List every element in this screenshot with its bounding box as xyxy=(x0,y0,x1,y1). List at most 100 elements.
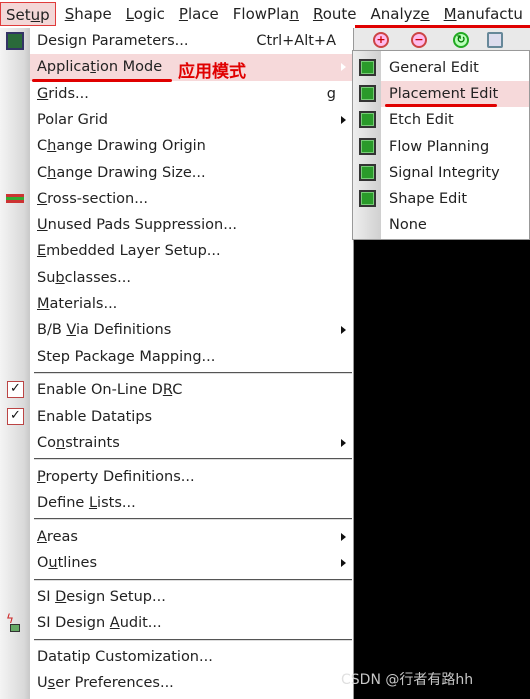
zoom-fit-icon[interactable] xyxy=(487,32,503,48)
signal-integrity-icon xyxy=(359,163,376,181)
menu-item-enable-datatips[interactable]: Enable Datatips xyxy=(30,404,352,430)
menu-icon-gutter xyxy=(0,28,30,699)
placement-edit-icon xyxy=(359,85,376,103)
annotation-underline xyxy=(32,79,172,82)
item-label: Subclasses... xyxy=(37,269,131,286)
menu-item-embedded-layer-setup[interactable]: Embedded Layer Setup... xyxy=(30,238,352,264)
shortcut: g xyxy=(326,85,336,102)
submenu-arrow-icon xyxy=(341,559,346,568)
item-label: User Preferences... xyxy=(37,675,174,692)
submenu-item-general-edit[interactable]: General Edit xyxy=(381,55,529,81)
item-label: FlowPlan xyxy=(232,5,299,23)
menu-item-subclasses[interactable]: Subclasses... xyxy=(30,265,352,291)
menu-item-b-b-via-definitions[interactable]: B/B Via Definitions xyxy=(30,317,352,343)
menu-item-cross-section[interactable]: Cross-section... xyxy=(30,186,352,212)
menu-item-areas[interactable]: Areas xyxy=(30,524,352,550)
menu-item-change-drawing-origin[interactable]: Change Drawing Origin xyxy=(30,133,352,159)
item-label: Areas xyxy=(37,528,78,545)
item-label: Step Package Mapping... xyxy=(37,348,216,365)
item-label: Setup xyxy=(6,6,50,24)
si-audit-icon: ϟ xyxy=(6,613,24,633)
menu-item-outlines[interactable]: Outlines xyxy=(30,550,352,576)
shape-edit-icon xyxy=(359,190,376,207)
menubar-logic[interactable]: Logic xyxy=(121,2,170,26)
menubar-shape[interactable]: Shape xyxy=(60,2,117,26)
cross-section-icon xyxy=(6,190,24,208)
zoom-in-icon[interactable]: + xyxy=(373,32,389,48)
general-edit-icon xyxy=(359,59,376,76)
menu-item-constraints[interactable]: Constraints xyxy=(30,430,352,456)
item-label: Manufactu xyxy=(443,5,523,23)
menu-separator xyxy=(34,578,352,581)
item-label: Polar Grid xyxy=(37,111,109,128)
menu-separator xyxy=(34,638,352,641)
annotation-underline xyxy=(385,104,497,107)
annotation-text: 应用模式 xyxy=(178,62,246,82)
item-label: Outlines xyxy=(37,555,98,572)
menu-item-polar-grid[interactable]: Polar Grid xyxy=(30,107,352,133)
menu-item-user-preferences[interactable]: User Preferences... xyxy=(30,670,352,696)
item-label: Cross-section... xyxy=(37,190,149,207)
item-label: Application Mode xyxy=(37,59,163,76)
item-label: Shape Edit xyxy=(389,191,468,207)
menu-item-si-design-audit[interactable]: SI Design Audit... xyxy=(30,610,352,636)
menu-separator xyxy=(34,518,352,521)
menubar-place[interactable]: Place xyxy=(174,2,224,26)
item-label: SI Design Audit... xyxy=(37,615,162,632)
checkbox-checked-icon[interactable]: ✓ xyxy=(7,407,24,425)
item-label: Change Drawing Origin xyxy=(37,138,206,155)
item-label: Shape xyxy=(64,5,112,23)
menu-item-step-package-mapping[interactable]: Step Package Mapping... xyxy=(30,344,352,370)
menu-item-materials[interactable]: Materials... xyxy=(30,291,352,317)
item-label: Analyze xyxy=(370,5,430,23)
etch-edit-icon xyxy=(359,111,376,129)
item-label: Signal Integrity xyxy=(389,164,500,181)
submenu-arrow-icon xyxy=(341,115,346,124)
menu-item-grids[interactable]: Grids... g xyxy=(30,81,352,107)
menu-item-change-drawing-size[interactable]: Change Drawing Size... xyxy=(30,160,352,186)
item-label: Etch Edit xyxy=(389,112,454,129)
toolbar: + − ↻ xyxy=(353,28,530,50)
menu-item-property-definitions[interactable]: Property Definitions... xyxy=(30,464,352,490)
menubar-flowplan[interactable]: FlowPlan xyxy=(228,2,304,26)
menubar-route[interactable]: Route xyxy=(308,2,362,26)
menu-item-unused-pads-suppression[interactable]: Unused Pads Suppression... xyxy=(30,212,352,238)
item-label: Logic xyxy=(125,5,165,23)
item-label: Unused Pads Suppression... xyxy=(37,217,238,234)
item-label: Flow Planning xyxy=(389,138,490,155)
submenu-item-flow-planning[interactable]: Flow Planning xyxy=(381,134,529,160)
item-label: Place xyxy=(178,5,219,23)
redraw-icon[interactable]: ↻ xyxy=(453,32,469,48)
zoom-out-icon[interactable]: − xyxy=(411,32,427,48)
application-mode-submenu: General Edit Placement Edit Etch Edit Flow … xyxy=(352,50,530,240)
item-label: Route xyxy=(312,5,357,23)
menu-item-define-lists[interactable]: Define Lists... xyxy=(30,490,352,516)
menu-separator xyxy=(34,371,352,374)
menu-item-datatip-customization[interactable]: Datatip Customization... xyxy=(30,644,352,670)
menubar-manufactu[interactable]: Manufactu xyxy=(439,2,528,26)
menu-item-si-design-setup[interactable]: SI Design Setup... xyxy=(30,584,352,610)
submenu-item-shape-edit[interactable]: Shape Edit xyxy=(381,186,529,212)
submenu-arrow-icon xyxy=(341,439,346,447)
menubar-analyze[interactable]: Analyze xyxy=(366,2,435,26)
menu-separator xyxy=(34,458,352,461)
item-label: Design Parameters... xyxy=(37,33,189,49)
watermark: CSDN @行者有路hh xyxy=(341,672,474,688)
menu-item-enable-on-line-drc[interactable]: Enable On-Line DRC xyxy=(30,377,352,403)
submenu-item-etch-edit[interactable]: Etch Edit xyxy=(381,107,529,133)
item-label: None xyxy=(389,217,427,234)
item-label: SI Design Setup... xyxy=(37,589,166,605)
submenu-arrow-icon xyxy=(341,532,346,541)
item-label: Property Definitions... xyxy=(37,468,195,485)
submenu-item-signal-integrity[interactable]: Signal Integrity xyxy=(381,160,529,186)
submenu-arrow-icon xyxy=(341,63,346,72)
menu-bar: Setup Shape Logic Place FlowPlan Route Analyze… xyxy=(0,0,530,28)
item-label: Datatip Customization... xyxy=(37,649,213,666)
checkbox-checked-icon[interactable]: ✓ xyxy=(7,381,24,399)
menubar-setup[interactable]: Setup xyxy=(0,2,56,26)
item-label: Define Lists... xyxy=(37,495,136,512)
item-label: Materials... xyxy=(37,296,118,312)
item-label: General Edit xyxy=(389,60,479,76)
submenu-item-none[interactable]: None xyxy=(381,212,529,238)
menu-item-design-parameters[interactable]: Design Parameters... Ctrl+Alt+A xyxy=(30,28,352,54)
